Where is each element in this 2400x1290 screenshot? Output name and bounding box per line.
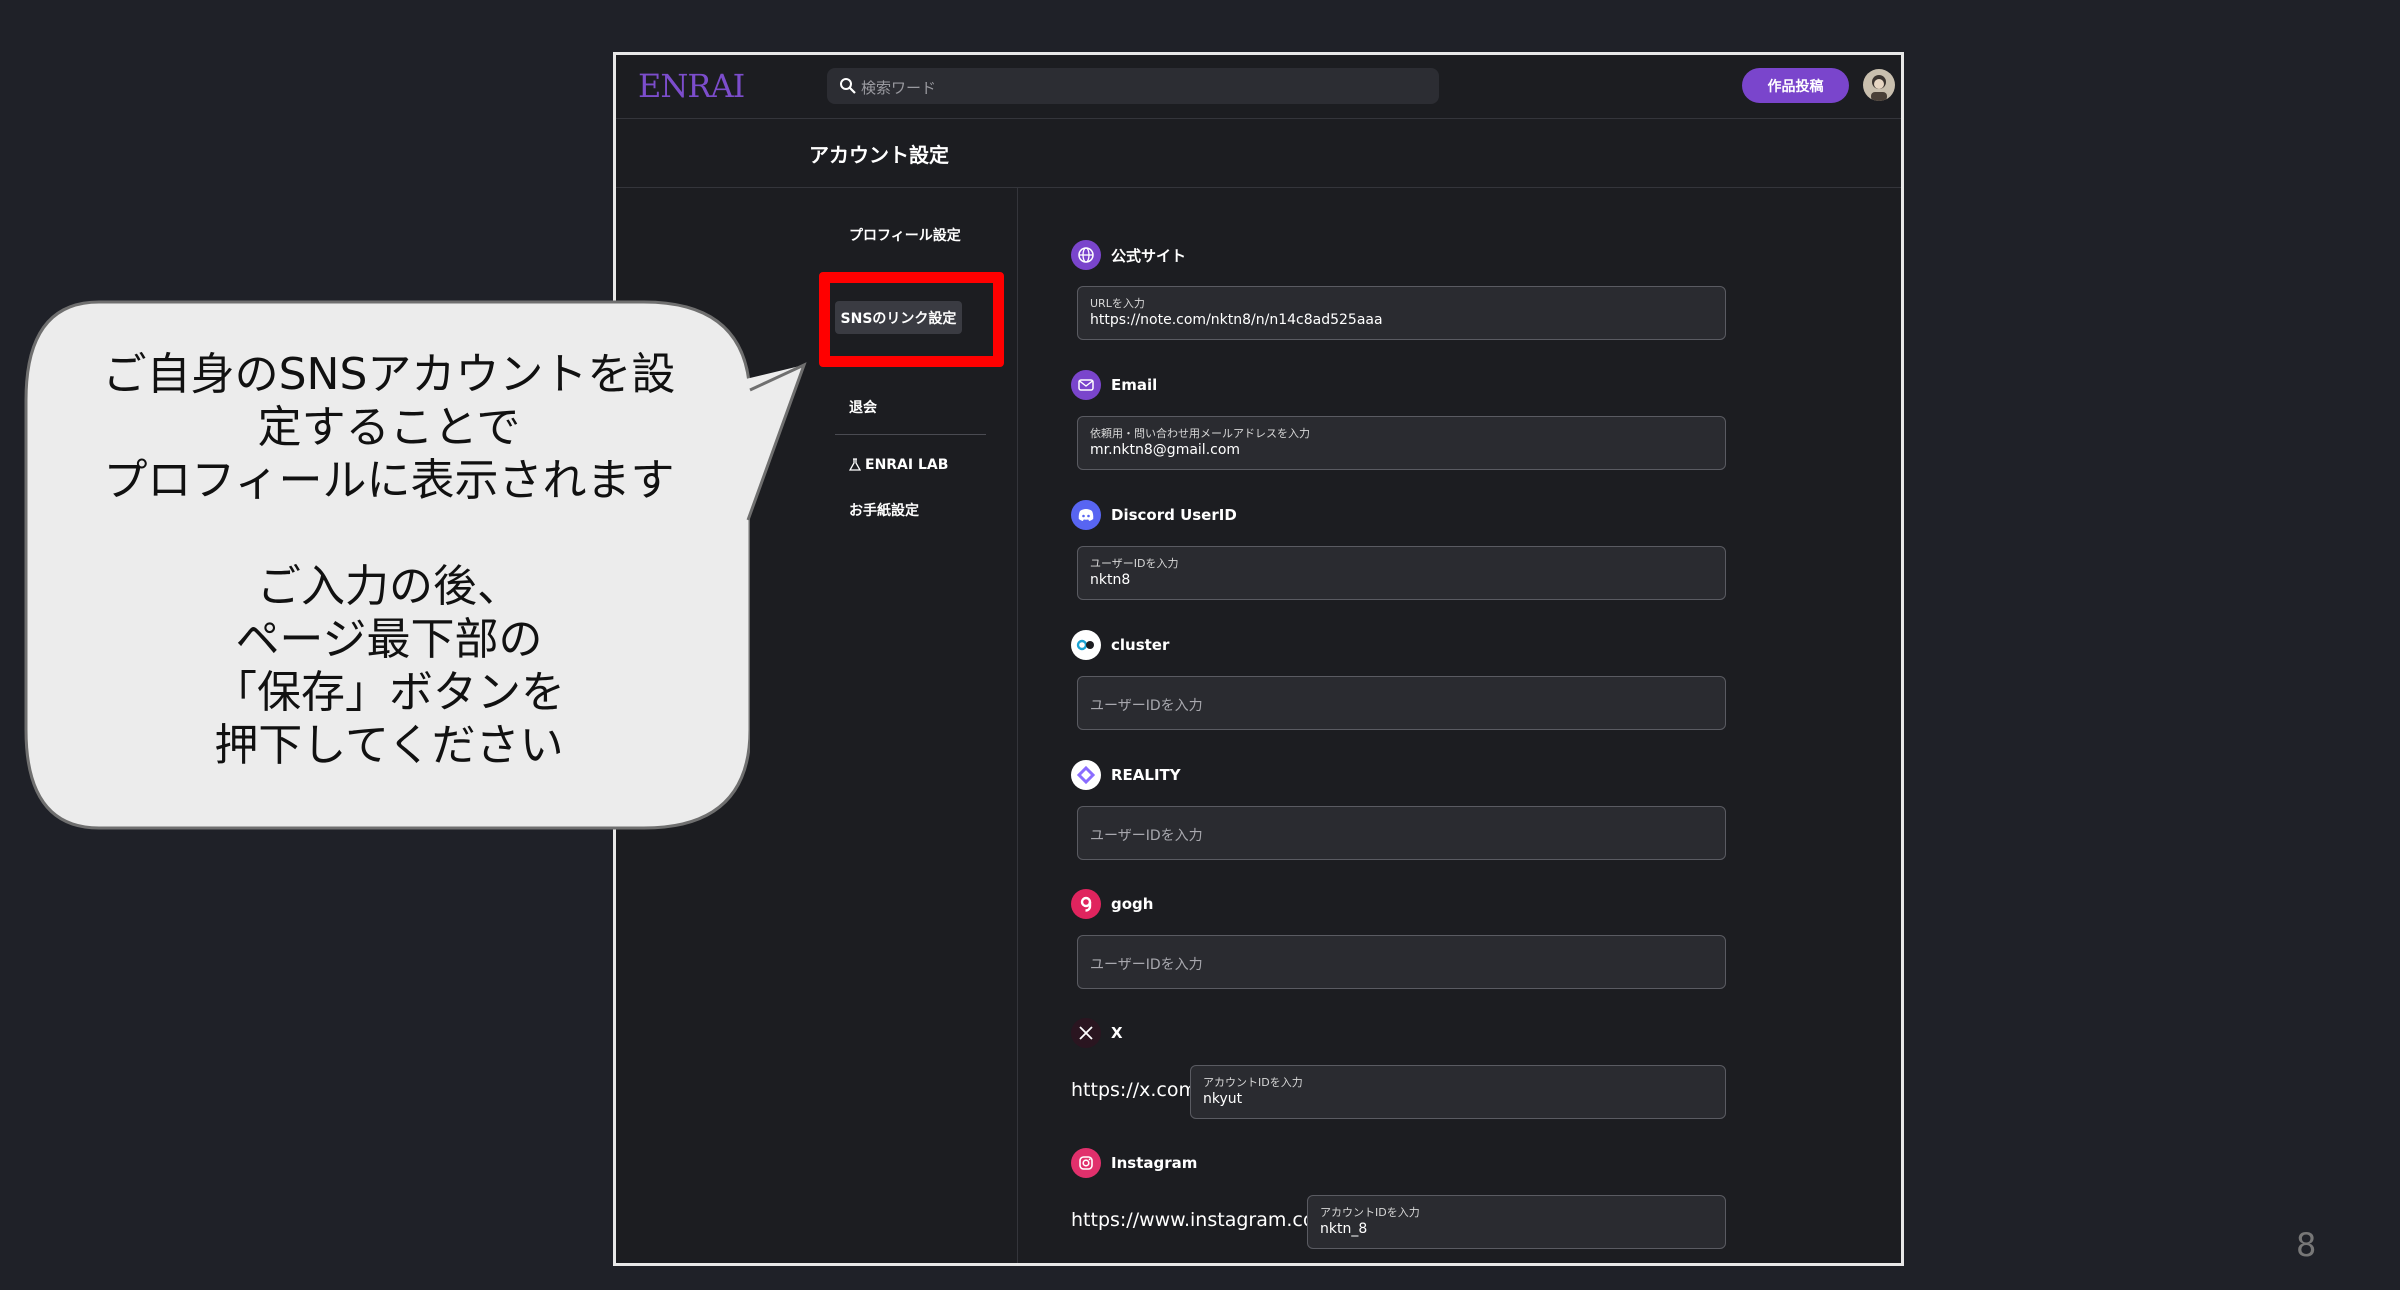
callout-text: ご自身のSNSアカウントを設 定することで プロフィールに表示されます ご入力の… (102, 349, 676, 771)
sidebar-divider (1017, 187, 1018, 1263)
sidebar-item-withdraw[interactable]: 退会 (849, 397, 877, 417)
field-label-gogh: gogh (1071, 889, 1153, 919)
email-input[interactable]: 依頼用・問い合わせ用メールアドレスを入力 mr.nktn8@gmail.com (1077, 416, 1726, 470)
sidebar-item-label: ENRAI LAB (865, 457, 949, 473)
sidebar-item-letter[interactable]: お手紙設定 (849, 500, 919, 520)
discord-input[interactable]: ユーザーIDを入力 nktn8 (1077, 546, 1726, 600)
reality-input[interactable]: ユーザーIDを入力 (1077, 806, 1726, 860)
field-name: REALITY (1111, 766, 1181, 784)
field-label-x: X (1071, 1018, 1123, 1048)
input-value: https://note.com/nktn8/n/n14c8ad525aaa (1090, 312, 1383, 328)
search-placeholder: 検索ワード (861, 79, 937, 97)
gogh-input[interactable]: ユーザーIDを入力 (1077, 935, 1726, 989)
field-name: 公式サイト (1111, 246, 1187, 265)
field-name: Discord UserID (1111, 506, 1237, 524)
x-url-prefix: https://x.com/ (1071, 1079, 1204, 1101)
instagram-account-input[interactable]: アカウントIDを入力 nktn_8 (1307, 1195, 1726, 1249)
input-value: mr.nktn8@gmail.com (1090, 442, 1241, 458)
input-placeholder: ユーザーIDを入力 (1090, 957, 1203, 973)
cluster-icon (1071, 630, 1101, 660)
field-name: cluster (1111, 636, 1170, 654)
field-name: Email (1111, 376, 1158, 394)
field-label-instagram: Instagram (1071, 1148, 1197, 1178)
globe-icon (1071, 240, 1101, 270)
input-label: URLを入力 (1090, 297, 1145, 310)
field-label-email: Email (1071, 370, 1157, 400)
reality-icon (1071, 760, 1101, 790)
sidebar-item-profile[interactable]: プロフィール設定 (849, 225, 961, 245)
input-value: nktn8 (1090, 572, 1131, 588)
post-work-button[interactable]: 作品投稿 (1742, 68, 1849, 103)
input-value: nkyut (1203, 1091, 1243, 1107)
x-icon (1071, 1018, 1101, 1048)
page-title: アカウント設定 (809, 143, 949, 167)
sidebar-separator (835, 434, 986, 435)
instagram-icon (1071, 1148, 1101, 1178)
input-label: アカウントIDを入力 (1203, 1076, 1303, 1089)
input-label: 依頼用・問い合わせ用メールアドレスを入力 (1090, 427, 1310, 440)
search-input[interactable]: 検索ワード (827, 68, 1439, 104)
field-name: X (1111, 1024, 1123, 1042)
input-placeholder: ユーザーIDを入力 (1090, 828, 1203, 844)
app-screenshot: ENRAI 検索ワード 作品投稿 アカウント設定 プロフィール設定 SNSのリン… (613, 52, 1904, 1266)
mail-icon (1071, 370, 1101, 400)
flask-icon (849, 458, 861, 471)
search-icon (840, 78, 856, 94)
enrai-logo[interactable]: ENRAI (638, 67, 745, 105)
top-bar: ENRAI 検索ワード 作品投稿 (616, 55, 1901, 118)
input-label: アカウントIDを入力 (1320, 1206, 1420, 1219)
discord-icon (1071, 500, 1101, 530)
field-label-reality: REALITY (1071, 760, 1181, 790)
x-account-input[interactable]: アカウントIDを入力 nkyut (1190, 1065, 1726, 1119)
header-divider (616, 118, 1901, 119)
field-label-official-site: 公式サイト (1071, 240, 1186, 270)
field-name: gogh (1111, 895, 1154, 913)
field-label-cluster: cluster (1071, 630, 1169, 660)
field-name: Instagram (1111, 1154, 1198, 1172)
input-label: ユーザーIDを入力 (1090, 557, 1179, 570)
field-label-discord: Discord UserID (1071, 500, 1237, 530)
slide-page-number: 8 (2296, 1226, 2317, 1264)
avatar[interactable] (1863, 69, 1895, 101)
official-site-input[interactable]: URLを入力 https://note.com/nktn8/n/n14c8ad5… (1077, 286, 1726, 340)
avatar-image (1871, 75, 1887, 101)
sidebar-item-enrai-lab[interactable]: ENRAI LAB (849, 457, 948, 473)
cluster-input[interactable]: ユーザーIDを入力 (1077, 676, 1726, 730)
input-value: nktn_8 (1320, 1221, 1368, 1237)
input-placeholder: ユーザーIDを入力 (1090, 698, 1203, 714)
title-divider (616, 187, 1901, 188)
highlight-box (819, 272, 1004, 367)
gogh-icon (1071, 889, 1101, 919)
instagram-url-prefix: https://www.instagram.com/ (1071, 1209, 1340, 1231)
